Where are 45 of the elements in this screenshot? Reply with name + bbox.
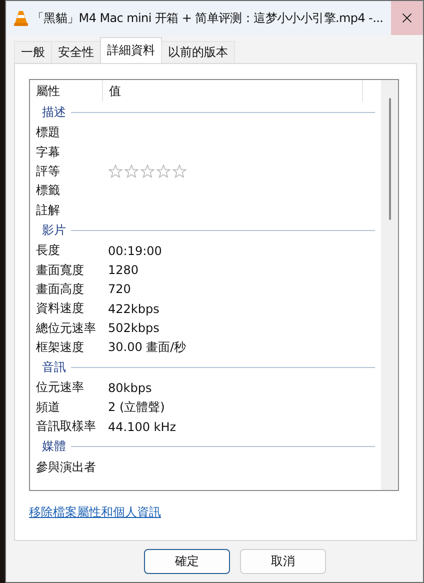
section-title: 影片 xyxy=(42,222,66,239)
property-name: 標題 xyxy=(36,124,61,142)
section-title: 描述 xyxy=(42,104,66,121)
property-value: 502kbps xyxy=(108,321,160,336)
star-icon[interactable] xyxy=(140,164,155,179)
section-title: 媒體 xyxy=(42,438,66,456)
property-value: 720 xyxy=(108,282,132,296)
property-name: 音訊取樣率 xyxy=(36,418,97,436)
property-name: 評等 xyxy=(36,162,61,180)
property-name: 註解 xyxy=(36,202,61,219)
property-name: 框架速度 xyxy=(36,339,85,356)
star-icon[interactable] xyxy=(124,164,139,179)
remove-properties-link[interactable]: 移除檔案屬性和個人資訊 xyxy=(29,504,161,521)
property-name: 參與演出者 xyxy=(36,458,97,476)
property-value: 44.100 kHz xyxy=(108,420,178,434)
tab[interactable]: 詳細資料 xyxy=(100,37,162,63)
property-name: 總位元速率 xyxy=(36,320,97,337)
property-value: 422kbps xyxy=(108,302,160,316)
property-value: 00:19:00 xyxy=(108,244,163,258)
property-name: 畫面寬度 xyxy=(36,262,85,279)
star-icon[interactable] xyxy=(108,164,123,179)
column-header[interactable]: 屬性 xyxy=(36,80,102,102)
property-name: 頻道 xyxy=(36,398,61,416)
window-title: 「黑貓」M4 Mac mini 开箱 + 简单评测：這梦小小小引擎.mp4 -... xyxy=(32,10,384,26)
ok-button[interactable]: 確定 xyxy=(144,549,230,574)
property-name: 畫面高度 xyxy=(36,280,85,298)
property-name: 字幕 xyxy=(36,144,61,161)
property-name: 資料速度 xyxy=(36,300,85,318)
property-value: 80kbps xyxy=(108,380,153,395)
property-name: 位元速率 xyxy=(36,379,85,396)
property-value: 2 (立體聲) xyxy=(108,398,166,416)
traffic-cone-icon xyxy=(14,10,28,26)
property-name: 長度 xyxy=(36,242,61,260)
star-icon[interactable] xyxy=(172,164,187,179)
tab[interactable]: 以前的版本 xyxy=(161,41,235,63)
cancel-button[interactable]: 取消 xyxy=(240,549,326,574)
property-value: 30.00 畫面/秒 xyxy=(108,339,188,356)
star-icon[interactable] xyxy=(156,164,171,179)
property-name: 標籤 xyxy=(36,182,61,200)
column-header[interactable]: 值 xyxy=(102,80,362,102)
close-button[interactable] xyxy=(391,1,423,35)
tab[interactable]: 一般 xyxy=(14,41,52,63)
scrollbar[interactable] xyxy=(381,80,398,490)
property-value: 1280 xyxy=(108,263,140,278)
section-title: 音訊 xyxy=(42,359,66,376)
